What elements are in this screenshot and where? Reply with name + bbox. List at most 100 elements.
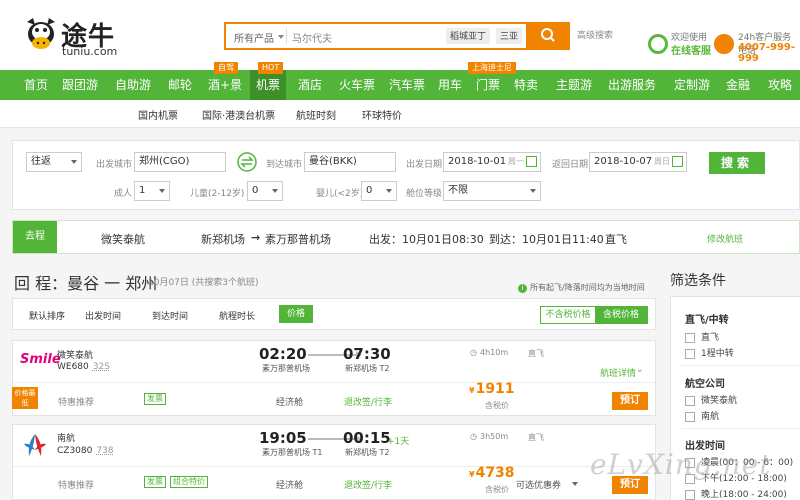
sort-price-button[interactable]: 价格 [279, 305, 314, 323]
nav-custom[interactable]: 定制游 [674, 70, 710, 100]
change-flight-link[interactable]: 修改航班 [707, 232, 743, 245]
subnav-global-deals[interactable]: 环球特价 [362, 107, 402, 122]
filter-option-transfer[interactable]: 1程中转 [685, 346, 734, 359]
subnav-domestic[interactable]: 国内机票 [138, 107, 178, 122]
airline-name: 南航 [57, 434, 76, 444]
cabin-select[interactable]: 不限 [443, 181, 541, 201]
filter-option-smile[interactable]: 微笑泰航 [685, 393, 737, 406]
nav-theme[interactable]: 主题游 [556, 70, 592, 100]
coupon-select[interactable]: 可选优惠券 [516, 478, 561, 491]
filter-option-csair[interactable]: 南航 [685, 409, 719, 422]
nav-finance[interactable]: 金融 [726, 70, 750, 100]
nav-sale[interactable]: 特卖 [514, 70, 538, 100]
child-value: 0 [252, 185, 259, 196]
infant-select[interactable]: 0 [361, 181, 397, 201]
book-button[interactable]: 预订 [612, 392, 648, 410]
currency-icon: ¥ [469, 386, 475, 395]
adult-select[interactable]: 1 [134, 181, 170, 201]
nav-guide[interactable]: 攻略 [768, 70, 792, 100]
return-date-field[interactable]: 2018-10-07 周日 [589, 152, 687, 172]
nav-cruise[interactable]: 邮轮 [168, 70, 192, 100]
child-select[interactable]: 0 [247, 181, 283, 201]
subnav-schedule[interactable]: 航班时刻 [296, 107, 336, 122]
depart-weekday: 周一 [508, 157, 524, 166]
trip-type-select[interactable]: 往返 [26, 152, 82, 172]
checkbox-icon[interactable] [685, 348, 695, 359]
nav-hotel[interactable]: 酒店 [298, 70, 322, 100]
swap-icon[interactable] [236, 150, 258, 174]
toggle-excl-tax[interactable]: 不含税价格 [541, 307, 595, 323]
cabin-class: 经济舱 [276, 398, 304, 408]
nav-bus[interactable]: 汽车票 [389, 70, 425, 100]
nav-train[interactable]: 火车票 [339, 70, 375, 100]
nav-hotel-scenic[interactable]: 酒+景 [208, 70, 242, 100]
from-city-field[interactable]: 郑州(CGO) [134, 152, 226, 172]
search-button[interactable] [526, 22, 570, 50]
from-label: 出发城市 [96, 160, 133, 170]
outbound-depart-time: 出发：10月01日08:30 [369, 233, 484, 246]
sort-depart-time[interactable]: 出发时间 [85, 309, 121, 322]
arrive-time: 07:30 [343, 345, 391, 363]
invoice-badge: 发票 [144, 476, 166, 488]
filter-option-label: 南航 [701, 412, 720, 422]
direct-flag: 直飞 [528, 433, 544, 442]
promo-label: 特惠推荐 [58, 481, 95, 491]
airline-logo-icon: Smile [20, 352, 61, 367]
sort-default[interactable]: 默认排序 [29, 309, 65, 322]
checkbox-icon[interactable] [685, 411, 695, 422]
chevron-down-icon [386, 189, 392, 193]
local-time-notice: i 所有起飞/降落时间均为当地时间 [518, 282, 645, 293]
site-header: 途牛 tuniu.com 所有产品 马尔代夫 稻城亚丁 三亚 高级搜索 欢迎使用… [0, 0, 800, 70]
nav-service[interactable]: 出游服务 [608, 70, 656, 100]
search-category-select[interactable]: 所有产品 [234, 30, 274, 45]
nav-self-tour[interactable]: 自助游 [115, 70, 151, 100]
filter-option-label: 1程中转 [701, 349, 734, 359]
subnav-international[interactable]: 国际·港澳台机票 [202, 107, 275, 122]
checkbox-icon[interactable] [685, 395, 695, 406]
tax-toggle[interactable]: 不含税价格 含税价格 [540, 306, 648, 324]
checkbox-icon[interactable] [685, 332, 695, 343]
sort-arrive-time[interactable]: 到达时间 [152, 309, 188, 322]
chevron-down-icon [71, 160, 77, 164]
filter-option-evening[interactable]: 晚上(18:00 - 24:00) [685, 487, 787, 500]
nav-group-tour[interactable]: 跟团游 [62, 70, 98, 100]
search-input[interactable]: 马尔代夫 [292, 30, 332, 45]
checkbox-icon[interactable] [685, 489, 695, 500]
divider [13, 466, 655, 467]
depart-airport: 素万那普机场 [262, 364, 310, 373]
nav-ticket[interactable]: 门票 [476, 70, 500, 100]
infant-value: 0 [366, 185, 373, 196]
aircraft-type[interactable]: 32S [93, 362, 110, 372]
chevron-down-icon [159, 189, 165, 193]
filter-option-direct[interactable]: 直飞 [685, 330, 719, 343]
online-service-link[interactable]: 在线客服 [671, 42, 711, 57]
headset-icon[interactable] [648, 34, 668, 54]
to-label: 到达城市 [266, 160, 303, 170]
filter-heading-stops: 直飞/中转 [685, 315, 729, 326]
lowest-price-badge: 价格最低 [12, 387, 38, 409]
toggle-incl-tax[interactable]: 含税价格 [595, 307, 647, 323]
refund-baggage-link[interactable]: 退改签/行李 [344, 395, 392, 408]
next-day-flag: +1天 [387, 437, 410, 447]
airline-name: 微笑泰航 [57, 351, 94, 361]
china-southern-logo-icon [24, 434, 46, 456]
divider [681, 365, 800, 366]
search-tag-daocheng[interactable]: 稻城亚丁 [446, 28, 491, 44]
sort-duration[interactable]: 航程时长 [219, 309, 255, 322]
aircraft-type[interactable]: 738 [96, 446, 113, 456]
adult-label: 成人 [114, 189, 133, 199]
search-tag-sanya[interactable]: 三亚 [496, 28, 523, 44]
depart-date-field[interactable]: 2018-10-01 周一 [443, 152, 541, 172]
nav-home[interactable]: 首页 [24, 70, 48, 100]
nav-flight[interactable]: 机票 [250, 70, 287, 100]
info-icon: i [518, 284, 527, 293]
to-city-field[interactable]: 曼谷(BKK) [304, 152, 396, 172]
flight-detail-link[interactable]: 航班详情 [600, 366, 636, 379]
phone-number: 4007-999-999 [738, 42, 796, 64]
flight-search-button[interactable]: 搜索 [709, 152, 765, 174]
site-logo[interactable]: 途牛 tuniu.com [24, 16, 124, 58]
advanced-search-link[interactable]: 高级搜索 [577, 28, 613, 41]
local-time-notice-text: 所有起飞/降落时间均为当地时间 [530, 283, 645, 292]
nav-car[interactable]: 用车 [438, 70, 462, 100]
refund-baggage-link[interactable]: 退改签/行李 [344, 478, 392, 491]
